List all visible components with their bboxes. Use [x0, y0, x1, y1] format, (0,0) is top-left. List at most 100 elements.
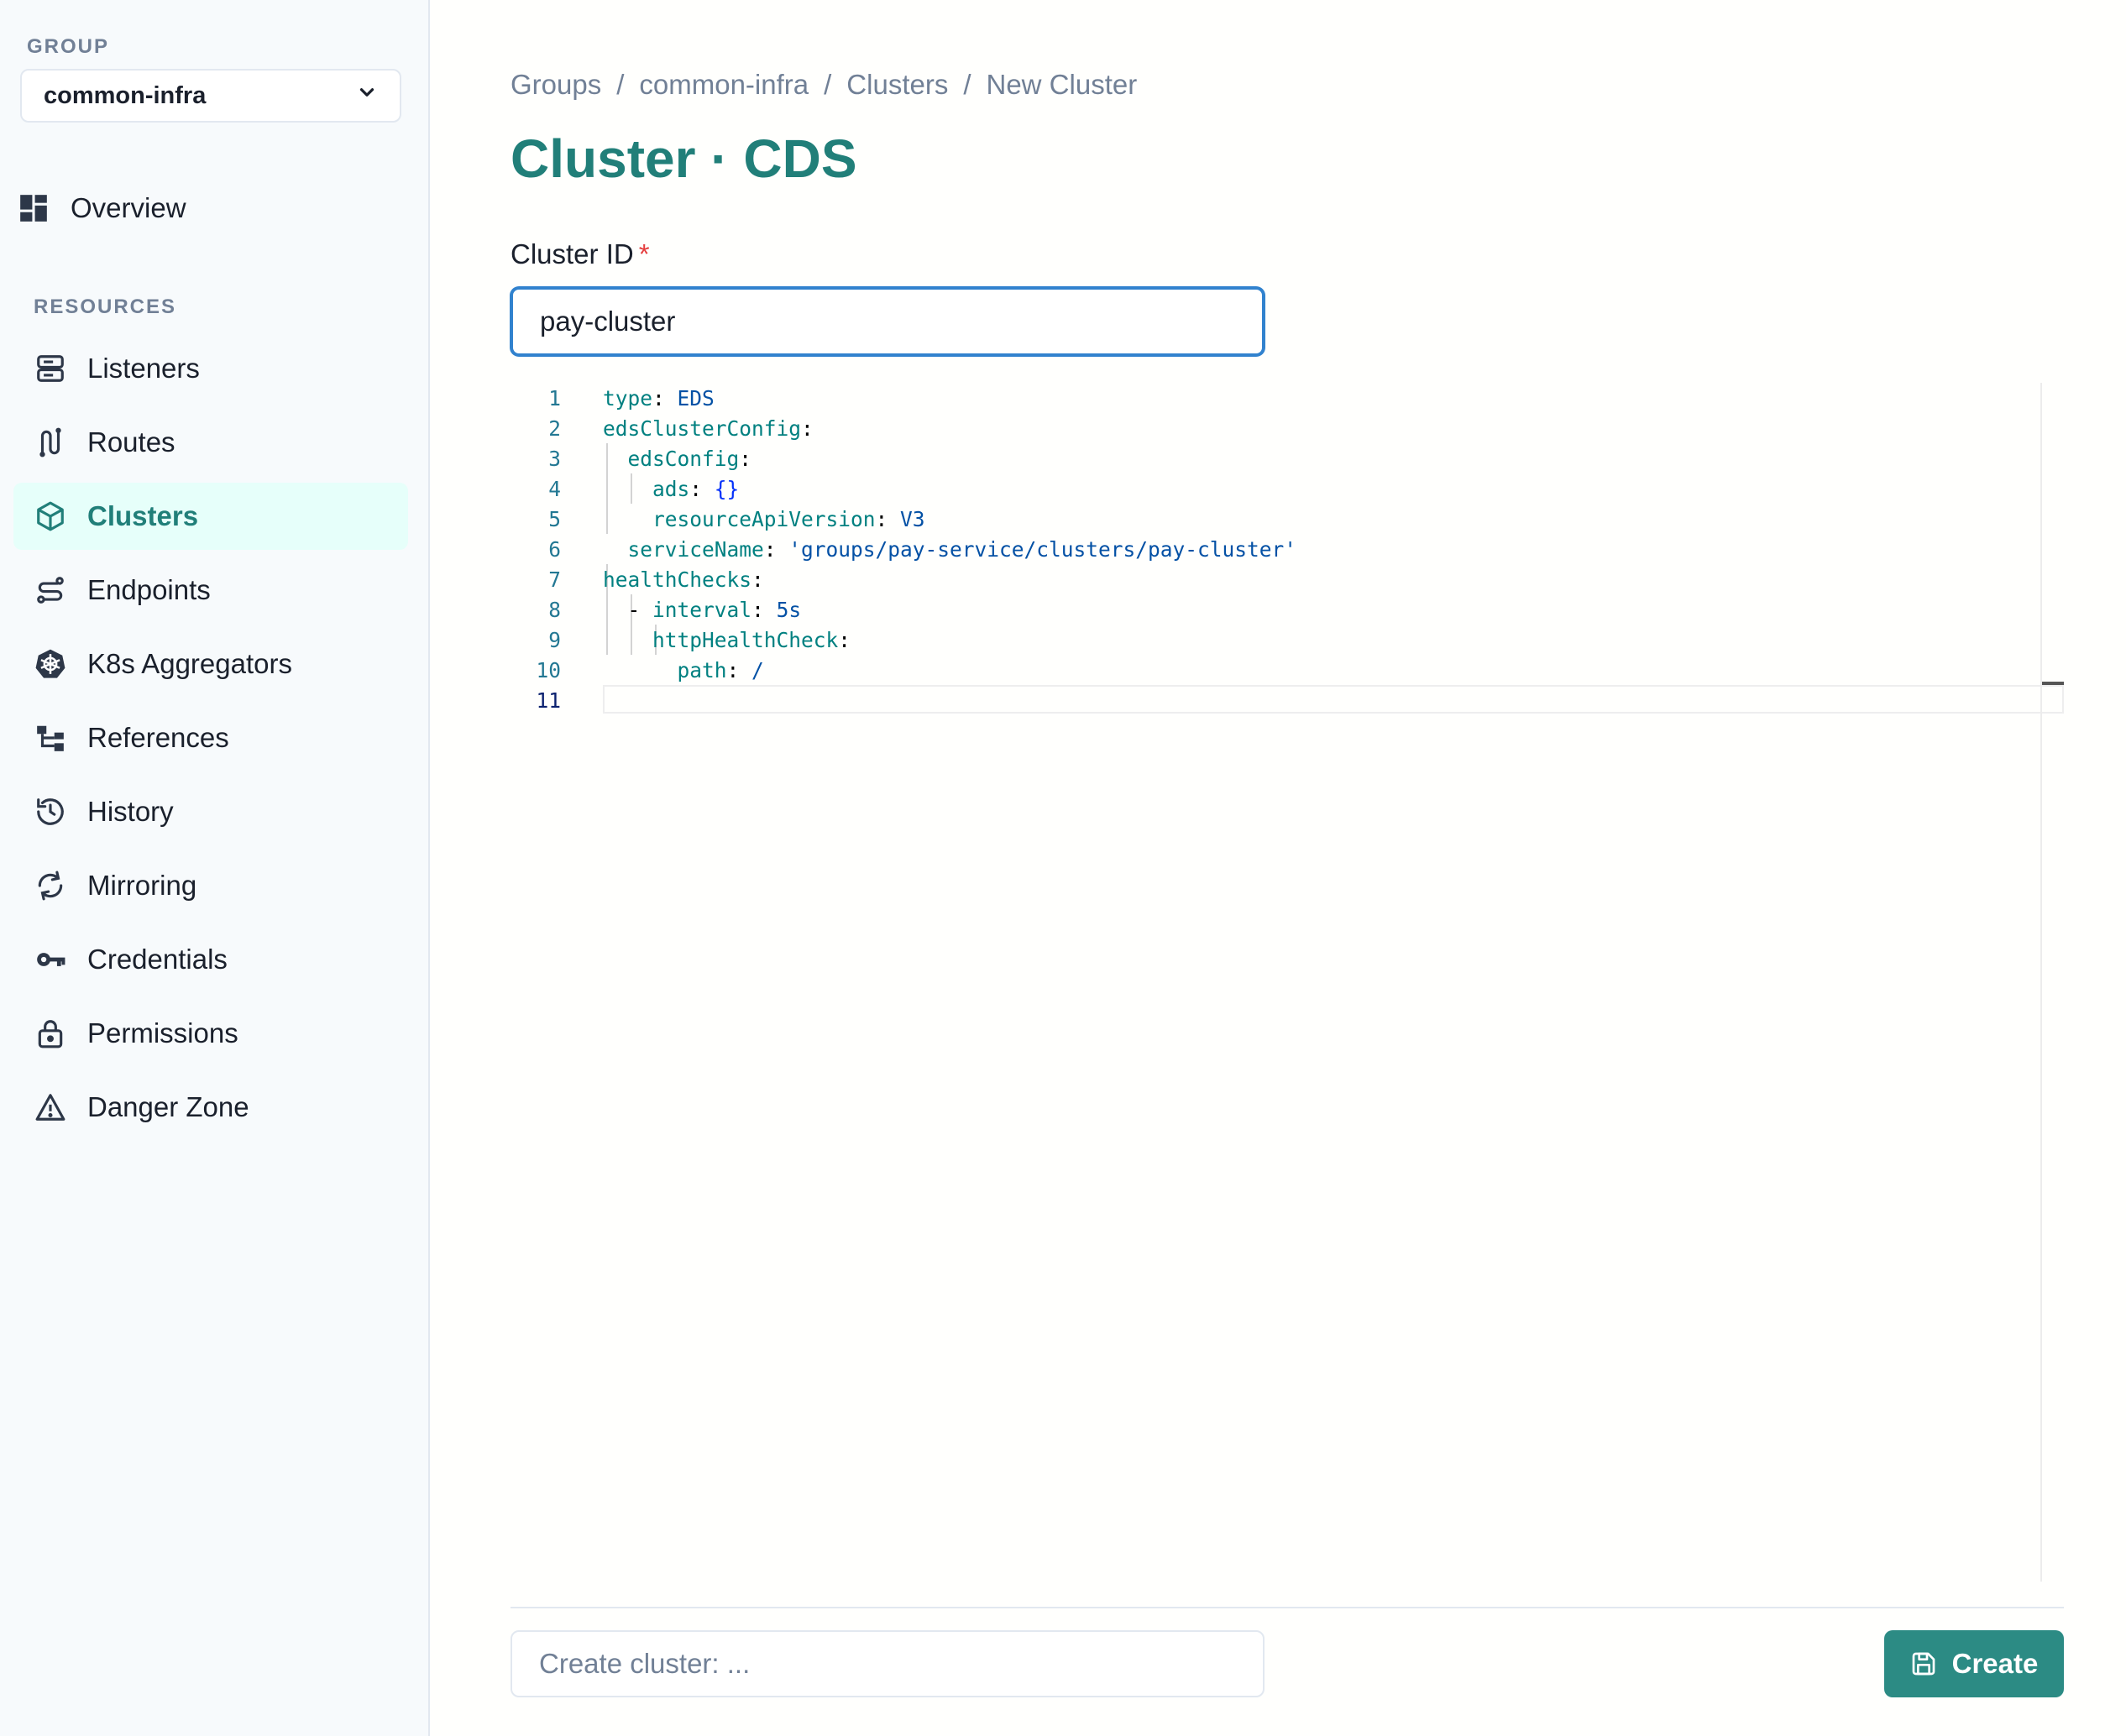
save-icon: [1910, 1650, 1937, 1677]
create-button-label: Create: [1951, 1648, 2039, 1679]
cluster-id-input[interactable]: [511, 287, 1265, 356]
yaml-value: {}: [714, 476, 740, 501]
code-line: 7 healthChecks:: [511, 564, 764, 594]
cluster-id-label-text: Cluster ID: [511, 238, 634, 269]
required-mark: *: [638, 238, 650, 269]
sidebar-item-label: Listeners: [87, 353, 200, 384]
sidebar-item-credentials[interactable]: Credentials: [13, 926, 408, 993]
breadcrumb-current: New Cluster: [986, 69, 1138, 100]
group-select[interactable]: common-infra: [20, 69, 401, 123]
key-icon: [34, 943, 67, 976]
code-line: 2 edsClusterConfig:: [511, 413, 814, 443]
breadcrumb-group[interactable]: common-infra: [639, 69, 809, 101]
line-number: 5: [548, 506, 561, 531]
code-line: 4 ads: {}: [511, 473, 739, 504]
line-number: 2: [548, 416, 561, 441]
code-line: 8 - interval: 5s: [511, 594, 801, 625]
cube-icon: [34, 499, 67, 533]
editor-scrollbar[interactable]: [2040, 383, 2042, 1582]
sidebar-item-listeners[interactable]: Listeners: [13, 335, 408, 402]
yaml-key: type: [603, 385, 653, 410]
resources-label: RESOURCES: [34, 295, 177, 318]
line-number: 9: [548, 627, 561, 652]
kubernetes-icon: [34, 647, 67, 681]
commit-message-input[interactable]: [511, 1630, 1265, 1697]
sidebar-item-danger-zone[interactable]: Danger Zone: [13, 1074, 408, 1141]
breadcrumb: Groups / common-infra / Clusters / New C…: [511, 69, 1137, 101]
yaml-key: httpHealthCheck: [652, 627, 839, 652]
sidebar-item-label: Routes: [87, 426, 175, 458]
line-number: 11: [536, 688, 561, 713]
breadcrumb-separator: /: [616, 69, 625, 100]
current-line-highlight: [603, 685, 2064, 714]
line-number: 6: [548, 536, 561, 562]
line-number: 7: [548, 567, 561, 592]
yaml-key: path: [677, 657, 727, 682]
overview-ruler-cursor: [2042, 682, 2064, 685]
yaml-value: 5s: [776, 597, 802, 622]
line-number: 10: [536, 657, 561, 682]
sidebar-item-label: Permissions: [87, 1017, 238, 1048]
group-label: GROUP: [27, 35, 110, 58]
line-number: 1: [548, 385, 561, 410]
sidebar-item-label: Clusters: [87, 500, 199, 531]
yaml-value: EDS: [677, 385, 715, 410]
yaml-key: edsClusterConfig: [603, 416, 802, 441]
hierarchy-icon: [34, 721, 67, 755]
yaml-value: V3: [900, 506, 925, 531]
sidebar-item-clusters[interactable]: Clusters: [13, 483, 408, 550]
yaml-editor[interactable]: 1 type: EDS 2 edsClusterConfig: 3 edsCon…: [511, 383, 2064, 1583]
chevron-down-icon: [356, 81, 378, 110]
sidebar-item-k8s-aggregators[interactable]: K8s Aggregators: [13, 630, 408, 698]
code-line: 5 resourceApiVersion: V3: [511, 504, 924, 534]
line-number: 8: [548, 597, 561, 622]
breadcrumb-clusters[interactable]: Clusters: [846, 69, 948, 101]
warning-icon: [34, 1090, 67, 1124]
yaml-value: 'groups/pay-service/clusters/pay-cluster…: [788, 536, 1297, 562]
yaml-value: /: [751, 657, 764, 682]
create-button[interactable]: Create: [1884, 1630, 2064, 1697]
code-line: 10 path: /: [511, 655, 763, 685]
sidebar: GROUP common-infra Overview RESOURCES Li…: [0, 0, 430, 1736]
route-icon: [34, 426, 67, 459]
sidebar-item-history[interactable]: History: [13, 778, 408, 845]
sidebar-item-label: History: [87, 796, 174, 827]
page-title: Cluster · CDS: [511, 128, 857, 189]
yaml-key: serviceName: [627, 536, 764, 562]
sidebar-item-permissions[interactable]: Permissions: [13, 1000, 408, 1067]
sidebar-item-label: Endpoints: [87, 574, 211, 605]
footer-divider: [511, 1607, 2064, 1608]
line-number: 3: [548, 446, 561, 471]
sidebar-item-routes[interactable]: Routes: [13, 409, 408, 476]
yaml-key: ads: [652, 476, 690, 501]
yaml-key: healthChecks: [603, 567, 752, 592]
sidebar-item-label: K8s Aggregators: [87, 648, 292, 679]
yaml-dash: -: [627, 597, 641, 622]
sidebar-item-label: Mirroring: [87, 870, 197, 901]
group-select-value: common-infra: [44, 81, 207, 109]
lock-icon: [34, 1017, 67, 1050]
breadcrumb-separator: /: [963, 69, 971, 100]
sidebar-item-label: Credentials: [87, 944, 228, 975]
dashboard-icon: [17, 191, 50, 225]
sidebar-item-label: References: [87, 722, 229, 753]
sidebar-item-references[interactable]: References: [13, 704, 408, 771]
breadcrumb-groups[interactable]: Groups: [511, 69, 601, 101]
code-line: 9 httpHealthCheck:: [511, 625, 851, 655]
breadcrumb-separator: /: [824, 69, 832, 100]
yaml-key: edsConfig: [627, 446, 740, 471]
sidebar-item-mirroring[interactable]: Mirroring: [13, 852, 408, 919]
sidebar-item-overview[interactable]: Overview: [0, 175, 395, 242]
cluster-id-label: Cluster ID *: [511, 238, 650, 270]
code-line: 3 edsConfig:: [511, 443, 751, 473]
endpoint-path-icon: [34, 573, 67, 607]
code-line: 1 type: EDS: [511, 383, 715, 413]
code-line: 6 serviceName: 'groups/pay-service/clust…: [511, 534, 1296, 564]
yaml-key: resourceApiVersion: [652, 506, 876, 531]
server-icon: [34, 352, 67, 385]
sync-icon: [34, 869, 67, 902]
line-number: 4: [548, 476, 561, 501]
sidebar-item-label: Overview: [71, 192, 186, 223]
yaml-key: interval: [652, 597, 752, 622]
sidebar-item-endpoints[interactable]: Endpoints: [13, 557, 408, 624]
